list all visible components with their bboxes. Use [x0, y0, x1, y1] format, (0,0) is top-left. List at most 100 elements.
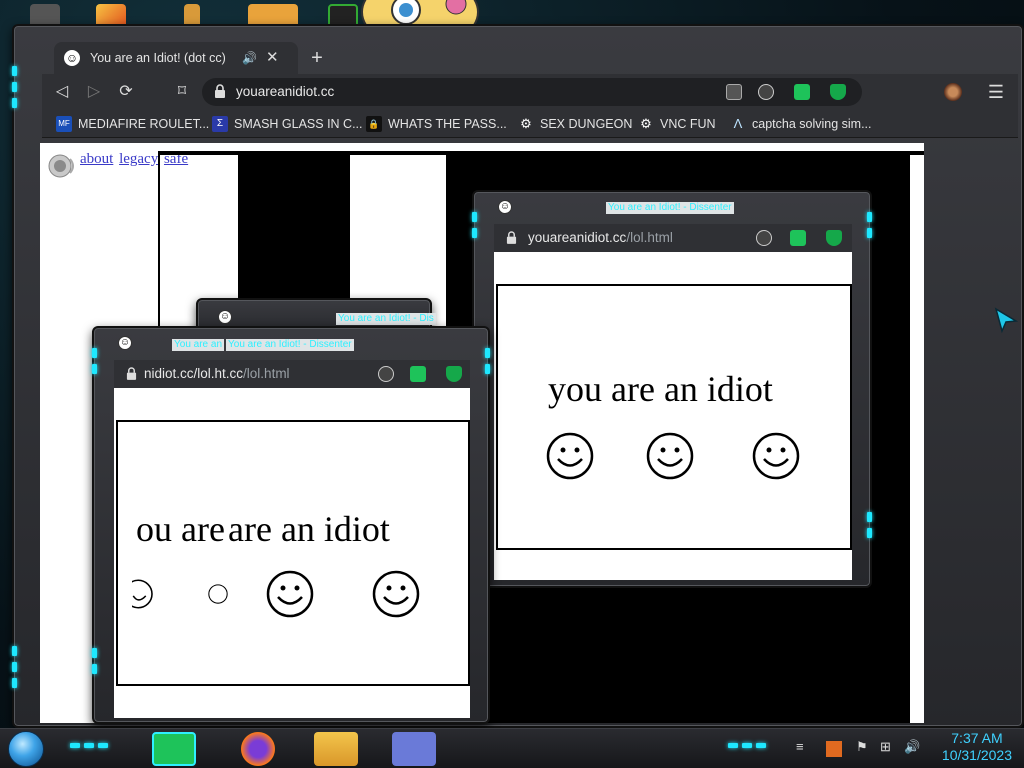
new-tab-button[interactable]: +	[304, 45, 330, 71]
legacy-link[interactable]: legacy	[119, 151, 158, 167]
smiley-face-icon	[266, 570, 314, 618]
forward-icon[interactable]: ▷	[82, 80, 106, 104]
tab-title: You are an Idiot! (dot cc)	[90, 51, 226, 65]
bookmark-label: captcha solving sim...	[752, 117, 872, 131]
browser-toolbar: ◁ ▷ ⟳ ⌑ youareanidiot.cc ☰	[42, 74, 1018, 110]
start-button[interactable]	[8, 731, 44, 767]
taskbar-file-explorer-icon[interactable]	[314, 732, 358, 766]
render-artifact	[910, 151, 924, 155]
lock-icon	[215, 84, 225, 98]
show-hidden-icons-icon[interactable]: ≡	[796, 739, 804, 754]
bookmark-sex-dungeon[interactable]: ⚙ SEX DUNGEON	[518, 110, 632, 138]
shield-ext-icon[interactable]	[446, 366, 462, 382]
media-ext-icon[interactable]	[756, 230, 772, 246]
shield-ext-icon[interactable]	[830, 84, 846, 100]
tab-strip: ☺ You are an Idiot! (dot cc) 🔊 ✕ +	[54, 42, 1022, 74]
popup-title-ghost: You are an	[172, 339, 225, 351]
smiley-favicon-icon: ☺	[64, 50, 80, 66]
popup-title: You are an Idiot! - Dissenter	[606, 202, 734, 214]
popup-page: ou are are an idiot	[114, 388, 470, 718]
smiley-favicon-icon: ☺	[218, 310, 232, 324]
popup-address-bar[interactable]: nidiot.cc/lol.ht.cc/lol.html	[114, 360, 470, 388]
popup-url-path: /lol.html	[243, 366, 290, 381]
clock-date: 10/31/2023	[941, 747, 1012, 763]
volume-icon[interactable]: 🔊	[904, 739, 920, 755]
menu-icon[interactable]: ☰	[988, 80, 1004, 104]
lock-icon: 🔒	[366, 116, 382, 132]
popup-address-bar[interactable]: youareanidiot.cc/lol.html	[494, 224, 852, 252]
flag-icon[interactable]: ⚑	[856, 739, 868, 755]
smiley-face-icon	[546, 432, 594, 480]
speaker-image-icon	[48, 154, 74, 178]
chat-ext-icon[interactable]	[410, 366, 426, 382]
speaker-playing-icon[interactable]: 🔊	[242, 42, 257, 74]
bookmarks-bar: MF MEDIAFIRE ROULET... Σ SMASH GLASS IN C.…	[42, 110, 1018, 138]
bookmark-label: WHATS THE PASS...	[388, 117, 507, 131]
bookmark-label: SEX DUNGEON	[540, 117, 633, 131]
shield-ext-icon[interactable]	[826, 230, 842, 246]
bookmark-icon[interactable]: ⌑	[170, 80, 194, 104]
popup-url: nidiot.cc/lol.ht.cc/lol.html	[144, 360, 290, 388]
clock-time: 7:37 AM	[951, 730, 1003, 746]
smiley-face-icon	[132, 579, 153, 609]
bookmark-captcha[interactable]: Λcaptcha solving sim...	[730, 110, 872, 138]
tab-youareanidiot[interactable]: ☺ You are an Idiot! (dot cc) 🔊 ✕	[54, 42, 298, 74]
sigma-icon: Σ	[212, 116, 228, 132]
lock-icon	[126, 367, 137, 380]
steam-icon: ⚙	[640, 116, 652, 131]
profile-avatar-icon[interactable]	[944, 83, 962, 101]
idiot-card: you are an idiot	[496, 284, 852, 550]
mouse-cursor-icon	[994, 307, 1018, 334]
desktop: ☺ You are an Idiot! (dot cc) 🔊 ✕ + ◁ ▷ ⟳…	[0, 0, 1024, 768]
clock[interactable]: 7:37 AM 10/31/2023	[942, 730, 1012, 764]
smiley-favicon-icon: ☺	[498, 200, 512, 214]
network-icon[interactable]: ⊞	[880, 739, 891, 755]
bookmark-label: MEDIAFIRE ROULET...	[78, 117, 210, 131]
render-artifact	[238, 151, 350, 301]
bookmark-label: VNC FUN	[660, 117, 716, 131]
taskbar-chat-app-icon[interactable]	[152, 732, 196, 766]
bookmark-mediafire[interactable]: MF MEDIAFIRE ROULET...	[56, 110, 209, 138]
popup-url-host: youareanidiot.cc	[528, 230, 627, 245]
popup-page: you are an idiot	[494, 252, 852, 580]
media-ext-icon[interactable]	[758, 84, 774, 100]
address-bar[interactable]: youareanidiot.cc	[202, 78, 862, 106]
smiley-face-icon	[646, 432, 694, 480]
idiot-message: you are an idiot	[548, 369, 773, 409]
arc-icon: Λ	[733, 116, 743, 131]
render-artifact	[158, 151, 238, 155]
taskbar-firefox-icon[interactable]	[236, 732, 280, 766]
idiot-message-fragment: ou are	[136, 509, 225, 549]
chat-ext-icon[interactable]	[790, 230, 806, 246]
idiot-message: are an idiot	[228, 509, 390, 549]
popup-url: youareanidiot.cc/lol.html	[528, 224, 673, 252]
bookmark-smash-glass[interactable]: Σ SMASH GLASS IN C...	[212, 110, 363, 138]
reload-icon[interactable]: ⟳	[114, 80, 138, 104]
bookmark-vnc-fun[interactable]: ⚙ VNC FUN	[638, 110, 716, 138]
lock-icon	[506, 231, 517, 244]
popup-url-host: nidiot.cc/lol.ht.cc	[144, 366, 244, 381]
taskbar-app-icon[interactable]	[392, 732, 436, 766]
popup-title: You are an Idiot! - Dis	[336, 313, 436, 325]
mediafire-icon: MF	[56, 116, 72, 132]
tray-app-icon[interactable]	[826, 741, 842, 757]
idiot-card: ou are are an idiot	[116, 420, 470, 686]
popup-blocked-icon[interactable]	[726, 84, 742, 100]
smiley-favicon-icon: ☺	[118, 336, 132, 350]
about-link[interactable]: about	[80, 151, 113, 167]
chat-ext-icon[interactable]	[794, 84, 810, 100]
popup-url-path: /lol.html	[626, 230, 673, 245]
popup-window-right[interactable]: ☺ You are an Idiot! - Dissenter youarean…	[472, 190, 872, 588]
smiley-face-icon	[752, 432, 800, 480]
smiley-face-icon	[372, 570, 420, 618]
smiley-face-icon	[208, 584, 228, 604]
steam-icon: ⚙	[520, 116, 532, 131]
back-icon[interactable]: ◁	[50, 80, 74, 104]
popup-window-left[interactable]: ☺ You are an You are an Idiot! - Dissent…	[92, 326, 490, 724]
close-tab-icon[interactable]: ✕	[266, 42, 279, 74]
media-ext-icon[interactable]	[378, 366, 394, 382]
render-artifact	[350, 151, 446, 155]
url-text: youareanidiot.cc	[236, 84, 335, 99]
bookmark-whats-the-pass[interactable]: 🔒 WHATS THE PASS...	[366, 110, 507, 138]
popup-title: You are an Idiot! - Dissenter	[226, 339, 354, 351]
